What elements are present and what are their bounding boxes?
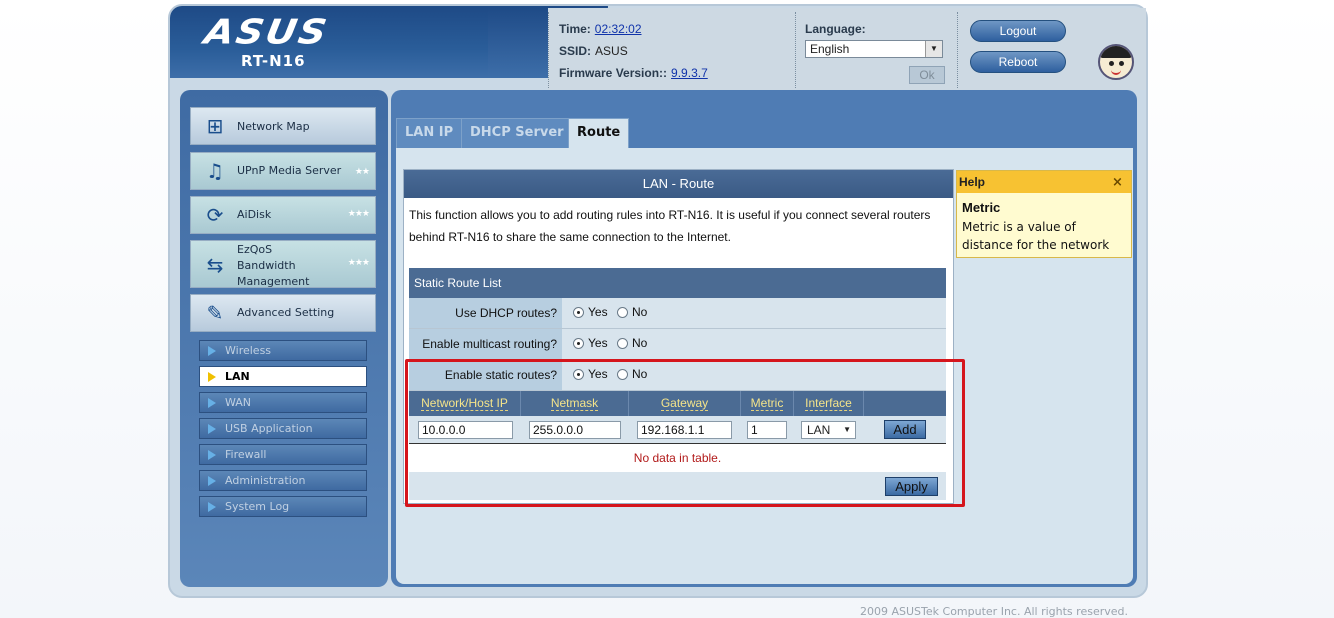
radio-label: No — [632, 305, 648, 319]
setting-label: Enable multicast routing? — [409, 329, 562, 359]
firmware-info: Firmware Version:: 9.9.3.7 — [559, 66, 708, 80]
triangle-icon — [208, 450, 216, 460]
radio-label: No — [632, 336, 648, 350]
triangle-icon — [208, 502, 216, 512]
setting-answer: Yes No — [562, 298, 946, 328]
time-label: Time: — [559, 22, 591, 36]
tab-dhcp-server[interactable]: DHCP Server — [461, 118, 573, 148]
sidebar-item-usb-application[interactable]: USB Application — [199, 418, 367, 439]
sidebar-item-label: LAN — [225, 370, 250, 383]
triangle-icon — [208, 372, 216, 382]
close-icon[interactable]: × — [1112, 175, 1123, 190]
header-separator — [957, 12, 958, 88]
avatar-eye — [1109, 61, 1114, 66]
setting-row-multicast-routing: Enable multicast routing? Yes No — [409, 329, 946, 360]
sidebar-item-upnp-media-server[interactable]: ♫ UPnP Media Server ★★ — [190, 152, 376, 190]
qos-icon: ⇆ — [206, 253, 224, 277]
sidebar-item-label: USB Application — [225, 422, 313, 435]
sidebar-item-label: System Log — [225, 500, 290, 513]
media-server-icon: ♫ — [206, 159, 224, 183]
tab-lan-ip[interactable]: LAN IP — [396, 118, 463, 148]
star-icon: ★★ — [354, 167, 370, 177]
page-title: LAN - Route — [404, 170, 953, 198]
reboot-button[interactable]: Reboot — [970, 51, 1066, 73]
radio-label: Yes — [588, 305, 608, 319]
sidebar-item-label: EzQoS Bandwidth Management — [237, 243, 310, 288]
time-info: Time: 02:32:02 — [559, 22, 642, 36]
header-separator — [795, 12, 796, 88]
sidebar-item-label: Advanced Setting — [237, 306, 335, 319]
radio-yes[interactable] — [573, 338, 584, 349]
help-title: Help — [957, 171, 1131, 193]
ssid-info: SSID: ASUS — [559, 44, 628, 58]
sidebar-item-label: AiDisk — [237, 208, 272, 221]
sidebar-item-wireless[interactable]: Wireless — [199, 340, 367, 361]
sidebar-item-label: UPnP Media Server — [237, 164, 342, 177]
setting-row-dhcp-routes: Use DHCP routes? Yes No — [409, 298, 946, 329]
avatar-mouth — [1111, 69, 1121, 75]
triangle-icon — [208, 476, 216, 486]
firmware-label: Firmware Version:: — [559, 66, 668, 80]
firmware-link[interactable]: 9.9.3.7 — [671, 66, 708, 80]
footer-copyright: 2009 ASUSTek Computer Inc. All rights re… — [860, 605, 1128, 618]
ok-button[interactable]: Ok — [909, 66, 945, 84]
tab-route[interactable]: Route — [568, 118, 630, 148]
logout-button[interactable]: Logout — [970, 20, 1066, 42]
radio-yes[interactable] — [573, 307, 584, 318]
help-text: Metric is a value of distance for the ne… — [962, 220, 1110, 252]
model-name: RT-N16 — [241, 52, 306, 70]
time-link[interactable]: 02:32:02 — [595, 22, 642, 36]
sidebar-item-lan[interactable]: LAN — [199, 366, 367, 387]
sidebar-item-firewall[interactable]: Firewall — [199, 444, 367, 465]
sidebar-item-label: WAN — [225, 396, 252, 409]
setting-answer: Yes No — [562, 329, 946, 359]
network-map-icon: ⊞ — [206, 114, 224, 138]
radio-no[interactable] — [617, 307, 628, 318]
triangle-icon — [208, 346, 216, 356]
avatar-hair — [1100, 46, 1132, 58]
asus-logo: ASUS — [201, 12, 332, 52]
avatar-eye — [1119, 61, 1124, 66]
language-label: Language: — [805, 22, 866, 36]
sidebar-item-label: Firewall — [225, 448, 267, 461]
triangle-icon — [208, 424, 216, 434]
sidebar-item-label: Wireless — [225, 344, 272, 357]
page-description: This function allows you to add routing … — [409, 208, 931, 244]
sidebar-item-advanced-setting[interactable]: ✎ Advanced Setting — [190, 294, 376, 332]
aidisk-icon: ⟳ — [206, 203, 224, 227]
ssid-value: ASUS — [595, 44, 628, 58]
radio-label: Yes — [588, 336, 608, 350]
sidebar-item-label: Administration — [225, 474, 306, 487]
language-select[interactable]: English ▼ — [805, 40, 943, 58]
ssid-label: SSID: — [559, 44, 592, 58]
sidebar-item-label: Network Map — [237, 120, 310, 133]
sidebar-item-wan[interactable]: WAN — [199, 392, 367, 413]
sidebar-item-system-log[interactable]: System Log — [199, 496, 367, 517]
setting-label: Use DHCP routes? — [409, 298, 562, 328]
sidebar-item-ezqos[interactable]: ⇆ EzQoS Bandwidth Management ★★★ — [190, 240, 376, 288]
advanced-setting-icon: ✎ — [206, 301, 224, 325]
triangle-icon — [208, 398, 216, 408]
sidebar-item-aidisk[interactable]: ⟳ AiDisk ★★★ — [190, 196, 376, 234]
header-separator — [548, 12, 549, 88]
star-icon: ★★★ — [347, 258, 370, 268]
sidebar-item-network-map[interactable]: ⊞ Network Map — [190, 107, 376, 145]
highlight-box — [405, 359, 965, 507]
avatar[interactable] — [1098, 44, 1134, 80]
star-icon: ★★★ — [347, 209, 370, 219]
radio-no[interactable] — [617, 338, 628, 349]
help-term: Metric — [962, 200, 1001, 215]
sidebar-item-administration[interactable]: Administration — [199, 470, 367, 491]
language-value: English — [810, 42, 850, 56]
chevron-down-icon[interactable]: ▼ — [925, 41, 942, 57]
static-route-list-title: Static Route List — [409, 268, 946, 298]
